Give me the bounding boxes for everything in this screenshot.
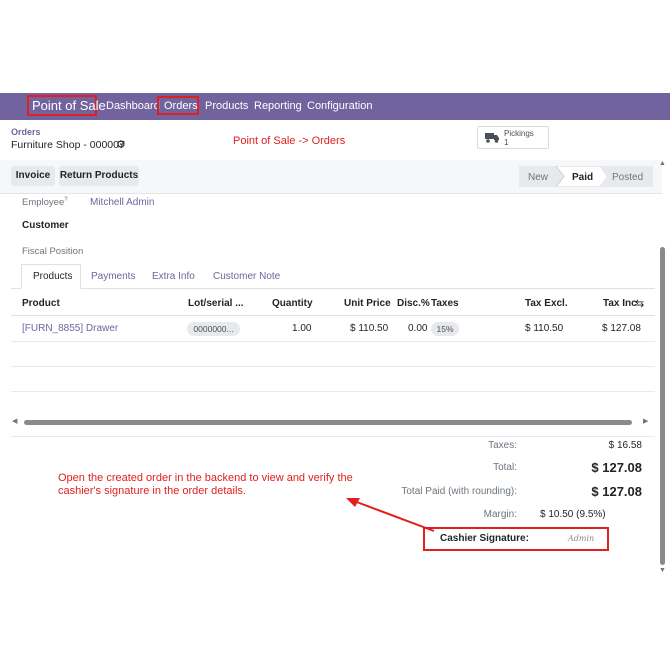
menu-configuration[interactable]: Configuration bbox=[307, 100, 372, 112]
row-divider bbox=[11, 391, 655, 392]
row-product[interactable]: [FURN_8855] Drawer bbox=[22, 323, 118, 334]
scroll-right-icon[interactable]: ▶ bbox=[643, 417, 648, 425]
customer-label: Customer bbox=[22, 220, 69, 231]
total-paid-value: $ 127.08 bbox=[591, 484, 642, 499]
cashier-signature-image: Admin bbox=[568, 534, 595, 543]
row-discount: 0.00 bbox=[408, 323, 428, 334]
tab-extra-info[interactable]: Extra Info bbox=[152, 271, 195, 282]
annotation-arrow bbox=[346, 498, 435, 532]
employee-label-text: Employee bbox=[22, 197, 65, 209]
pickings-text: Pickings 1 bbox=[504, 129, 534, 147]
help-icon[interactable]: ? bbox=[64, 197, 67, 203]
col-unit-price[interactable]: Unit Price bbox=[344, 298, 391, 309]
annotation-top: Point of Sale -> Orders bbox=[233, 135, 346, 147]
horizontal-scrollbar[interactable] bbox=[24, 420, 632, 425]
menu-dashboard[interactable]: Dashboard bbox=[106, 100, 160, 112]
col-tax-excl[interactable]: Tax Excl. bbox=[525, 298, 568, 309]
app-name[interactable]: Point of Sale bbox=[32, 98, 106, 113]
return-products-button[interactable]: Return Products bbox=[59, 166, 139, 186]
invoice-button[interactable]: Invoice bbox=[11, 166, 55, 186]
column-toggle-icon[interactable]: ⇆ bbox=[635, 297, 644, 310]
scroll-left-icon[interactable]: ◀ bbox=[12, 417, 17, 425]
apps-menu-icon[interactable] bbox=[11, 7, 23, 19]
row-tax-inc: $ 127.08 bbox=[602, 323, 641, 334]
summary-divider bbox=[11, 436, 655, 437]
status-paid[interactable]: Paid bbox=[572, 172, 593, 183]
row-tax-excl: $ 110.50 bbox=[525, 323, 564, 334]
row-tax-badge: 15% bbox=[431, 322, 459, 336]
employee-value[interactable]: Mitchell Admin bbox=[90, 197, 154, 208]
header-divider bbox=[11, 315, 655, 316]
tab-customer-note[interactable]: Customer Note bbox=[213, 271, 280, 282]
total-label: Total: bbox=[493, 462, 517, 473]
tab-payments[interactable]: Payments bbox=[91, 271, 135, 282]
scroll-down-icon[interactable]: ▼ bbox=[659, 567, 666, 574]
tab-products[interactable]: Products bbox=[33, 271, 72, 282]
col-discount[interactable]: Disc.% bbox=[397, 298, 430, 309]
col-tax-inc[interactable]: Tax Inc bbox=[603, 298, 637, 309]
row-divider bbox=[11, 366, 655, 367]
taxes-label: Taxes: bbox=[488, 440, 517, 451]
scroll-up-icon[interactable]: ▲ bbox=[659, 160, 666, 167]
row-lot-badge: 0000000... bbox=[187, 322, 240, 336]
col-lot[interactable]: Lot/serial ... bbox=[188, 298, 244, 309]
gear-icon[interactable]: ⚙ bbox=[116, 138, 126, 151]
row-quantity: 1.00 bbox=[292, 323, 312, 334]
row-unit-price: $ 110.50 bbox=[350, 323, 389, 334]
status-new[interactable]: New bbox=[528, 172, 548, 183]
pickings-label: Pickings bbox=[504, 129, 534, 138]
vertical-scrollbar[interactable] bbox=[660, 247, 665, 565]
row-divider bbox=[11, 341, 655, 342]
truck-icon bbox=[485, 133, 499, 143]
pickings-count: 1 bbox=[504, 138, 509, 147]
menu-products[interactable]: Products bbox=[205, 100, 248, 112]
total-value: $ 127.08 bbox=[591, 460, 642, 475]
record-title: Furniture Shop - 000007 bbox=[11, 139, 125, 151]
pickings-smart-button[interactable]: Pickings 1 bbox=[477, 126, 549, 149]
breadcrumb-parent[interactable]: Orders bbox=[11, 127, 41, 137]
taxes-value: $ 16.58 bbox=[608, 440, 642, 451]
col-product[interactable]: Product bbox=[22, 298, 60, 309]
col-taxes[interactable]: Taxes bbox=[431, 298, 459, 309]
fiscal-position-label: Fiscal Position bbox=[22, 246, 84, 257]
tabs-divider bbox=[11, 288, 655, 289]
menu-orders[interactable]: Orders bbox=[164, 100, 198, 112]
cashier-signature-label: Cashier Signature: bbox=[440, 533, 529, 544]
annotation-bottom: Open the created order in the backend to… bbox=[58, 472, 353, 497]
col-quantity[interactable]: Quantity bbox=[272, 298, 313, 309]
margin-value: $ 10.50 (9.5%) bbox=[540, 509, 606, 520]
employee-label: Employee? bbox=[22, 197, 68, 208]
menu-reporting[interactable]: Reporting bbox=[254, 100, 302, 112]
status-posted[interactable]: Posted bbox=[612, 172, 643, 183]
